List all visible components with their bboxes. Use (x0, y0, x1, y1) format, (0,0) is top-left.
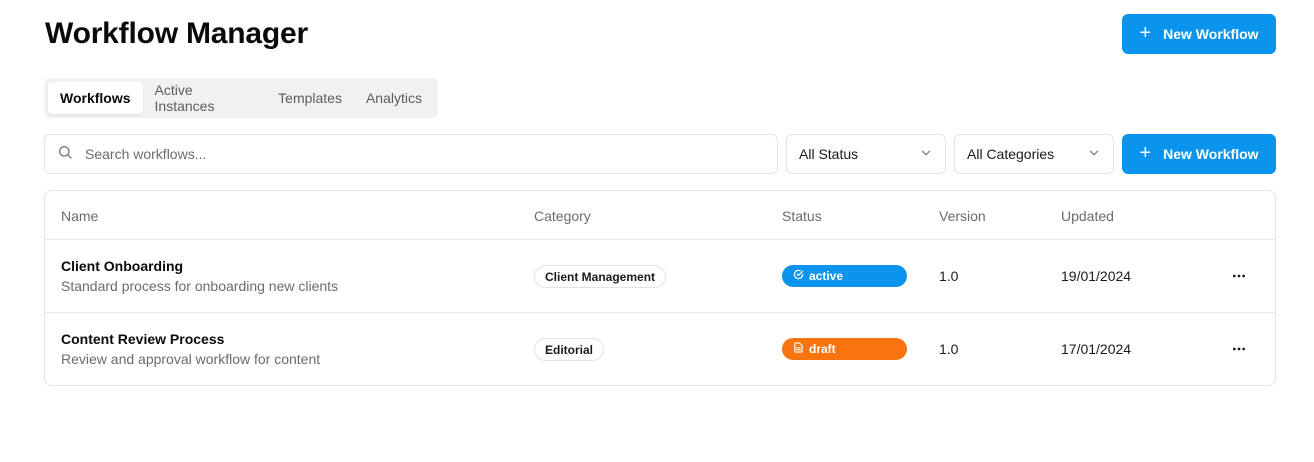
file-icon (793, 342, 804, 356)
chevron-down-icon (1087, 146, 1101, 163)
workflow-name: Client Onboarding (61, 258, 184, 274)
tab-analytics[interactable]: Analytics (354, 82, 434, 114)
table-header: Name Category Status Version Updated (45, 191, 1275, 240)
tab-workflows[interactable]: Workflows (48, 82, 143, 114)
workflow-version: 1.0 (939, 341, 959, 357)
tab-active-instances[interactable]: Active Instances (143, 82, 267, 114)
check-circle-icon (793, 269, 804, 283)
column-header-updated: Updated (1061, 208, 1114, 224)
column-header-status: Status (782, 208, 822, 224)
status-label: draft (809, 342, 836, 356)
plus-icon: + (1139, 142, 1152, 164)
status-label: active (809, 269, 844, 283)
status-filter-select[interactable]: All Status (786, 134, 946, 174)
search-icon (57, 144, 73, 165)
table-row[interactable]: Client Onboarding Standard process for o… (45, 240, 1275, 313)
plus-icon: + (1139, 22, 1152, 44)
tab-list: Workflows Active Instances Templates Ana… (44, 78, 438, 118)
workflows-table: Name Category Status Version Updated Cli… (44, 190, 1276, 386)
tab-templates[interactable]: Templates (266, 82, 354, 114)
new-workflow-filter-button-label: New Workflow (1163, 146, 1259, 162)
category-badge: Editorial (534, 338, 605, 361)
workflow-version: 1.0 (939, 268, 959, 284)
status-badge: draft (782, 338, 907, 360)
new-workflow-filter-button[interactable]: + New Workflow (1122, 134, 1276, 174)
category-filter-value: All Categories (967, 146, 1055, 162)
table-row[interactable]: Content Review Process Review and approv… (45, 313, 1275, 385)
new-workflow-button-label: New Workflow (1163, 26, 1259, 42)
more-options-icon[interactable] (1229, 339, 1249, 359)
more-options-icon[interactable] (1229, 266, 1249, 286)
new-workflow-button[interactable]: + New Workflow (1122, 14, 1276, 54)
status-filter-value: All Status (799, 146, 859, 162)
workflow-name: Content Review Process (61, 331, 225, 347)
search-input[interactable] (85, 146, 735, 162)
workflow-updated: 19/01/2024 (1061, 268, 1132, 284)
chevron-down-icon (919, 146, 933, 163)
workflow-updated: 17/01/2024 (1061, 341, 1132, 357)
column-header-category: Category (534, 208, 591, 224)
column-header-version: Version (939, 208, 986, 224)
search-box (44, 134, 778, 174)
category-filter-select[interactable]: All Categories (954, 134, 1114, 174)
page-title: Workflow Manager (45, 17, 308, 50)
workflow-description: Review and approval workflow for content (61, 351, 321, 367)
category-badge: Client Management (534, 265, 667, 288)
status-badge: active (782, 265, 907, 287)
workflow-description: Standard process for onboarding new clie… (61, 278, 339, 294)
column-header-name: Name (61, 208, 99, 224)
